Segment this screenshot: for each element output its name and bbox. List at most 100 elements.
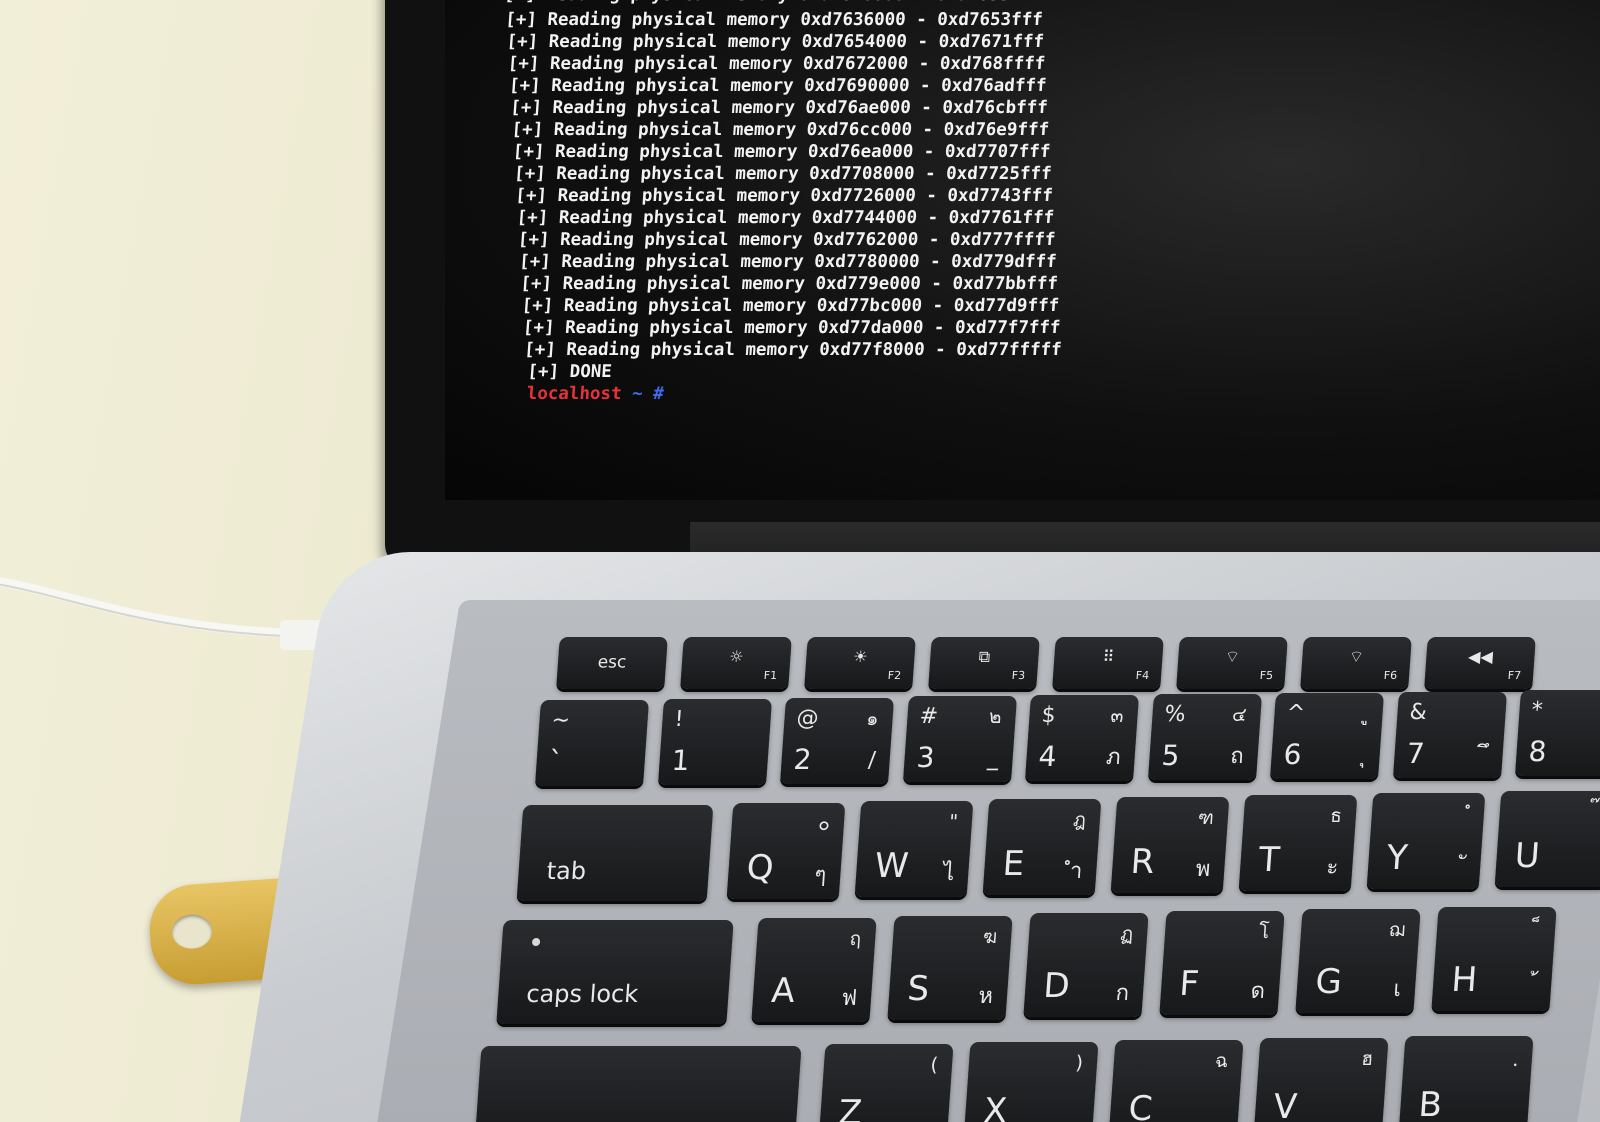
function-key-f3[interactable]: F3 ⧉: [928, 637, 1040, 689]
number-key-4[interactable]: $4 ๓ภ: [1024, 695, 1140, 782]
keyboard-light-up-icon: ⌔: [1348, 647, 1365, 666]
letter-key-d[interactable]: D ฏก: [1023, 913, 1149, 1018]
key-thai-shift: ฉ: [1214, 1050, 1229, 1072]
prompt-hostname: localhost: [526, 384, 623, 404]
key-primary-symbol: 8: [1527, 735, 1548, 769]
key-letter: D: [1042, 966, 1072, 1007]
letter-key-x[interactable]: X): [963, 1042, 1099, 1122]
number-key-3[interactable]: #3 ๒ _: [902, 696, 1017, 783]
letter-key-r[interactable]: R ฑพ: [1110, 797, 1230, 893]
letter-key-w[interactable]: W " ไ: [854, 801, 974, 897]
key-letter: Q: [745, 848, 775, 888]
key-letter: U: [1513, 836, 1542, 876]
number-key-0[interactable]: ~ `: [534, 700, 650, 786]
letter-key-y[interactable]: Yํั: [1366, 793, 1486, 889]
key-thai-primary: ะ: [1325, 855, 1340, 880]
letter-key-v[interactable]: Vฮ: [1253, 1038, 1389, 1122]
key-thai-primary: ภ: [1105, 745, 1122, 771]
letter-key-f[interactable]: F โด: [1159, 911, 1285, 1016]
key-letter: S: [906, 968, 931, 1009]
number-key-5[interactable]: % 5 ๔ถ: [1147, 694, 1262, 780]
key-thai-shift: ฌ: [1388, 919, 1406, 941]
caps-lock-key[interactable]: caps lock: [496, 920, 734, 1024]
key-thai-shift: ฺ: [1517, 1046, 1519, 1068]
key-thai-shift: ๓: [1109, 705, 1125, 728]
letter-key-a[interactable]: A ฤฟ: [751, 917, 877, 1022]
function-key-label: F6: [1383, 669, 1398, 682]
number-key-8[interactable]: * 8: [1514, 690, 1600, 777]
key-primary-symbol: 1: [670, 743, 691, 777]
terminal-line: [+] Reading physical memory 0xd7690000 -…: [508, 76, 1048, 96]
letter-key-h[interactable]: H็้: [1431, 906, 1557, 1011]
key-thai-shift: ฆ: [982, 925, 998, 948]
key-thai-shift: ฤ: [848, 927, 862, 950]
terminal-line: [+] Reading physical memory 0xd77f8000 -…: [523, 340, 1063, 360]
letter-key-s[interactable]: S ฆห: [887, 915, 1013, 1020]
key-shift-symbol: @: [795, 705, 820, 731]
terminal-line: [+] Reading physical memory 0xd7762000 -…: [517, 230, 1056, 250]
tab-key[interactable]: tab: [516, 805, 714, 901]
key-primary-symbol: 6: [1282, 737, 1303, 771]
esc-key[interactable]: esc: [556, 637, 668, 689]
function-key-f1[interactable]: F1 ☼: [680, 637, 792, 689]
terminal-line: [+] DONE: [526, 362, 613, 382]
terminal-line: [+] Reading physical memory 0xd7636000 -…: [504, 10, 1044, 30]
number-key-7[interactable]: & 7ึ: [1392, 691, 1507, 778]
letter-key-c[interactable]: Cฉ: [1108, 1040, 1244, 1122]
letter-key-g[interactable]: G ฌเ: [1295, 909, 1421, 1013]
function-key-label: F3: [1011, 669, 1026, 682]
function-key-label: F4: [1135, 669, 1150, 682]
key-thai-shift: ๑: [865, 707, 880, 730]
letter-key-t[interactable]: T ธะ: [1238, 795, 1358, 891]
key-letter: H: [1450, 959, 1479, 1000]
key-thai-shift: ็: [1540, 916, 1542, 939]
number-key-6[interactable]: ^ 6ูุ: [1269, 692, 1385, 779]
key-primary-symbol: 4: [1037, 740, 1058, 774]
key-primary-symbol: 3: [915, 741, 936, 775]
terminal-line: [+] Reading physical memory 0xd779e000 -…: [519, 274, 1059, 294]
number-key-1[interactable]: ! 1: [657, 698, 772, 785]
terminal-line: [+] Reading physical memory 0xd7654000 -…: [505, 32, 1045, 52]
key-thai-primary: ๆ: [813, 863, 828, 888]
terminal-line: [+] Reading physical memory 0xd77bc000 -…: [521, 296, 1060, 316]
key-thai-shift: ๒: [987, 706, 1002, 729]
terminal-line: [+] Reading physical memory 0xd76ae000 -…: [509, 98, 1049, 118]
letter-key-u[interactable]: U๊: [1494, 791, 1600, 887]
key-thai-primary: _: [986, 746, 1000, 772]
key-letter: F: [1178, 964, 1201, 1005]
caps-lock-key-label: caps lock: [525, 980, 640, 1008]
letter-key-z[interactable]: Z(: [818, 1044, 954, 1122]
terminal-line: [+] Reading physical memory 0xd76cc000 -…: [510, 120, 1050, 140]
function-key-f2[interactable]: F2 ☀: [804, 637, 916, 689]
photo-scene: [+] Reading physical memory 0xd7618000 -…: [0, 0, 1600, 1122]
key-thai-shift: ": [948, 811, 959, 833]
key-thai-shift: ฎ: [1072, 809, 1087, 831]
prompt-path: ~ #: [620, 384, 665, 404]
keyring-hole: [170, 913, 214, 950]
key-thai-primary: ไ: [942, 861, 956, 886]
function-key-f5[interactable]: F5 ⌔: [1176, 637, 1288, 689]
key-shift-symbol: #: [918, 704, 939, 730]
key-thai-primary: ั: [1465, 853, 1468, 878]
function-key-f7[interactable]: F7 ◀◀: [1424, 637, 1536, 689]
letter-key-e[interactable]: E ฎำ: [982, 799, 1102, 895]
key-thai-shift: (: [929, 1054, 939, 1076]
key-letter: Y: [1385, 838, 1409, 878]
function-key-f4[interactable]: F4 ⠿: [1052, 637, 1164, 689]
letter-key-b[interactable]: Bฺ: [1398, 1036, 1534, 1122]
launchpad-icon: ⠿: [1101, 647, 1115, 666]
key-thai-primary: ด: [1249, 979, 1266, 1005]
brightness-up-icon: ☀: [852, 647, 869, 666]
key-thai-primary: พ: [1194, 857, 1212, 882]
shift-key[interactable]: [474, 1046, 802, 1122]
key-thai-shift: ๊: [1597, 801, 1599, 823]
number-key-2[interactable]: @2 ๑ /: [779, 697, 895, 784]
key-letter: X: [982, 1091, 1009, 1122]
function-key-f6[interactable]: F6 ⌔: [1300, 637, 1412, 689]
function-key-label: F7: [1507, 669, 1522, 682]
key-primary-symbol: 2: [792, 742, 813, 776]
key-shift-symbol: %: [1163, 702, 1186, 727]
key-thai-primary: ก: [1114, 981, 1130, 1007]
laptop-screen: [+] Reading physical memory 0xd7618000 -…: [445, 0, 1600, 500]
letter-key-q[interactable]: Q ๐ๆ: [726, 803, 846, 899]
